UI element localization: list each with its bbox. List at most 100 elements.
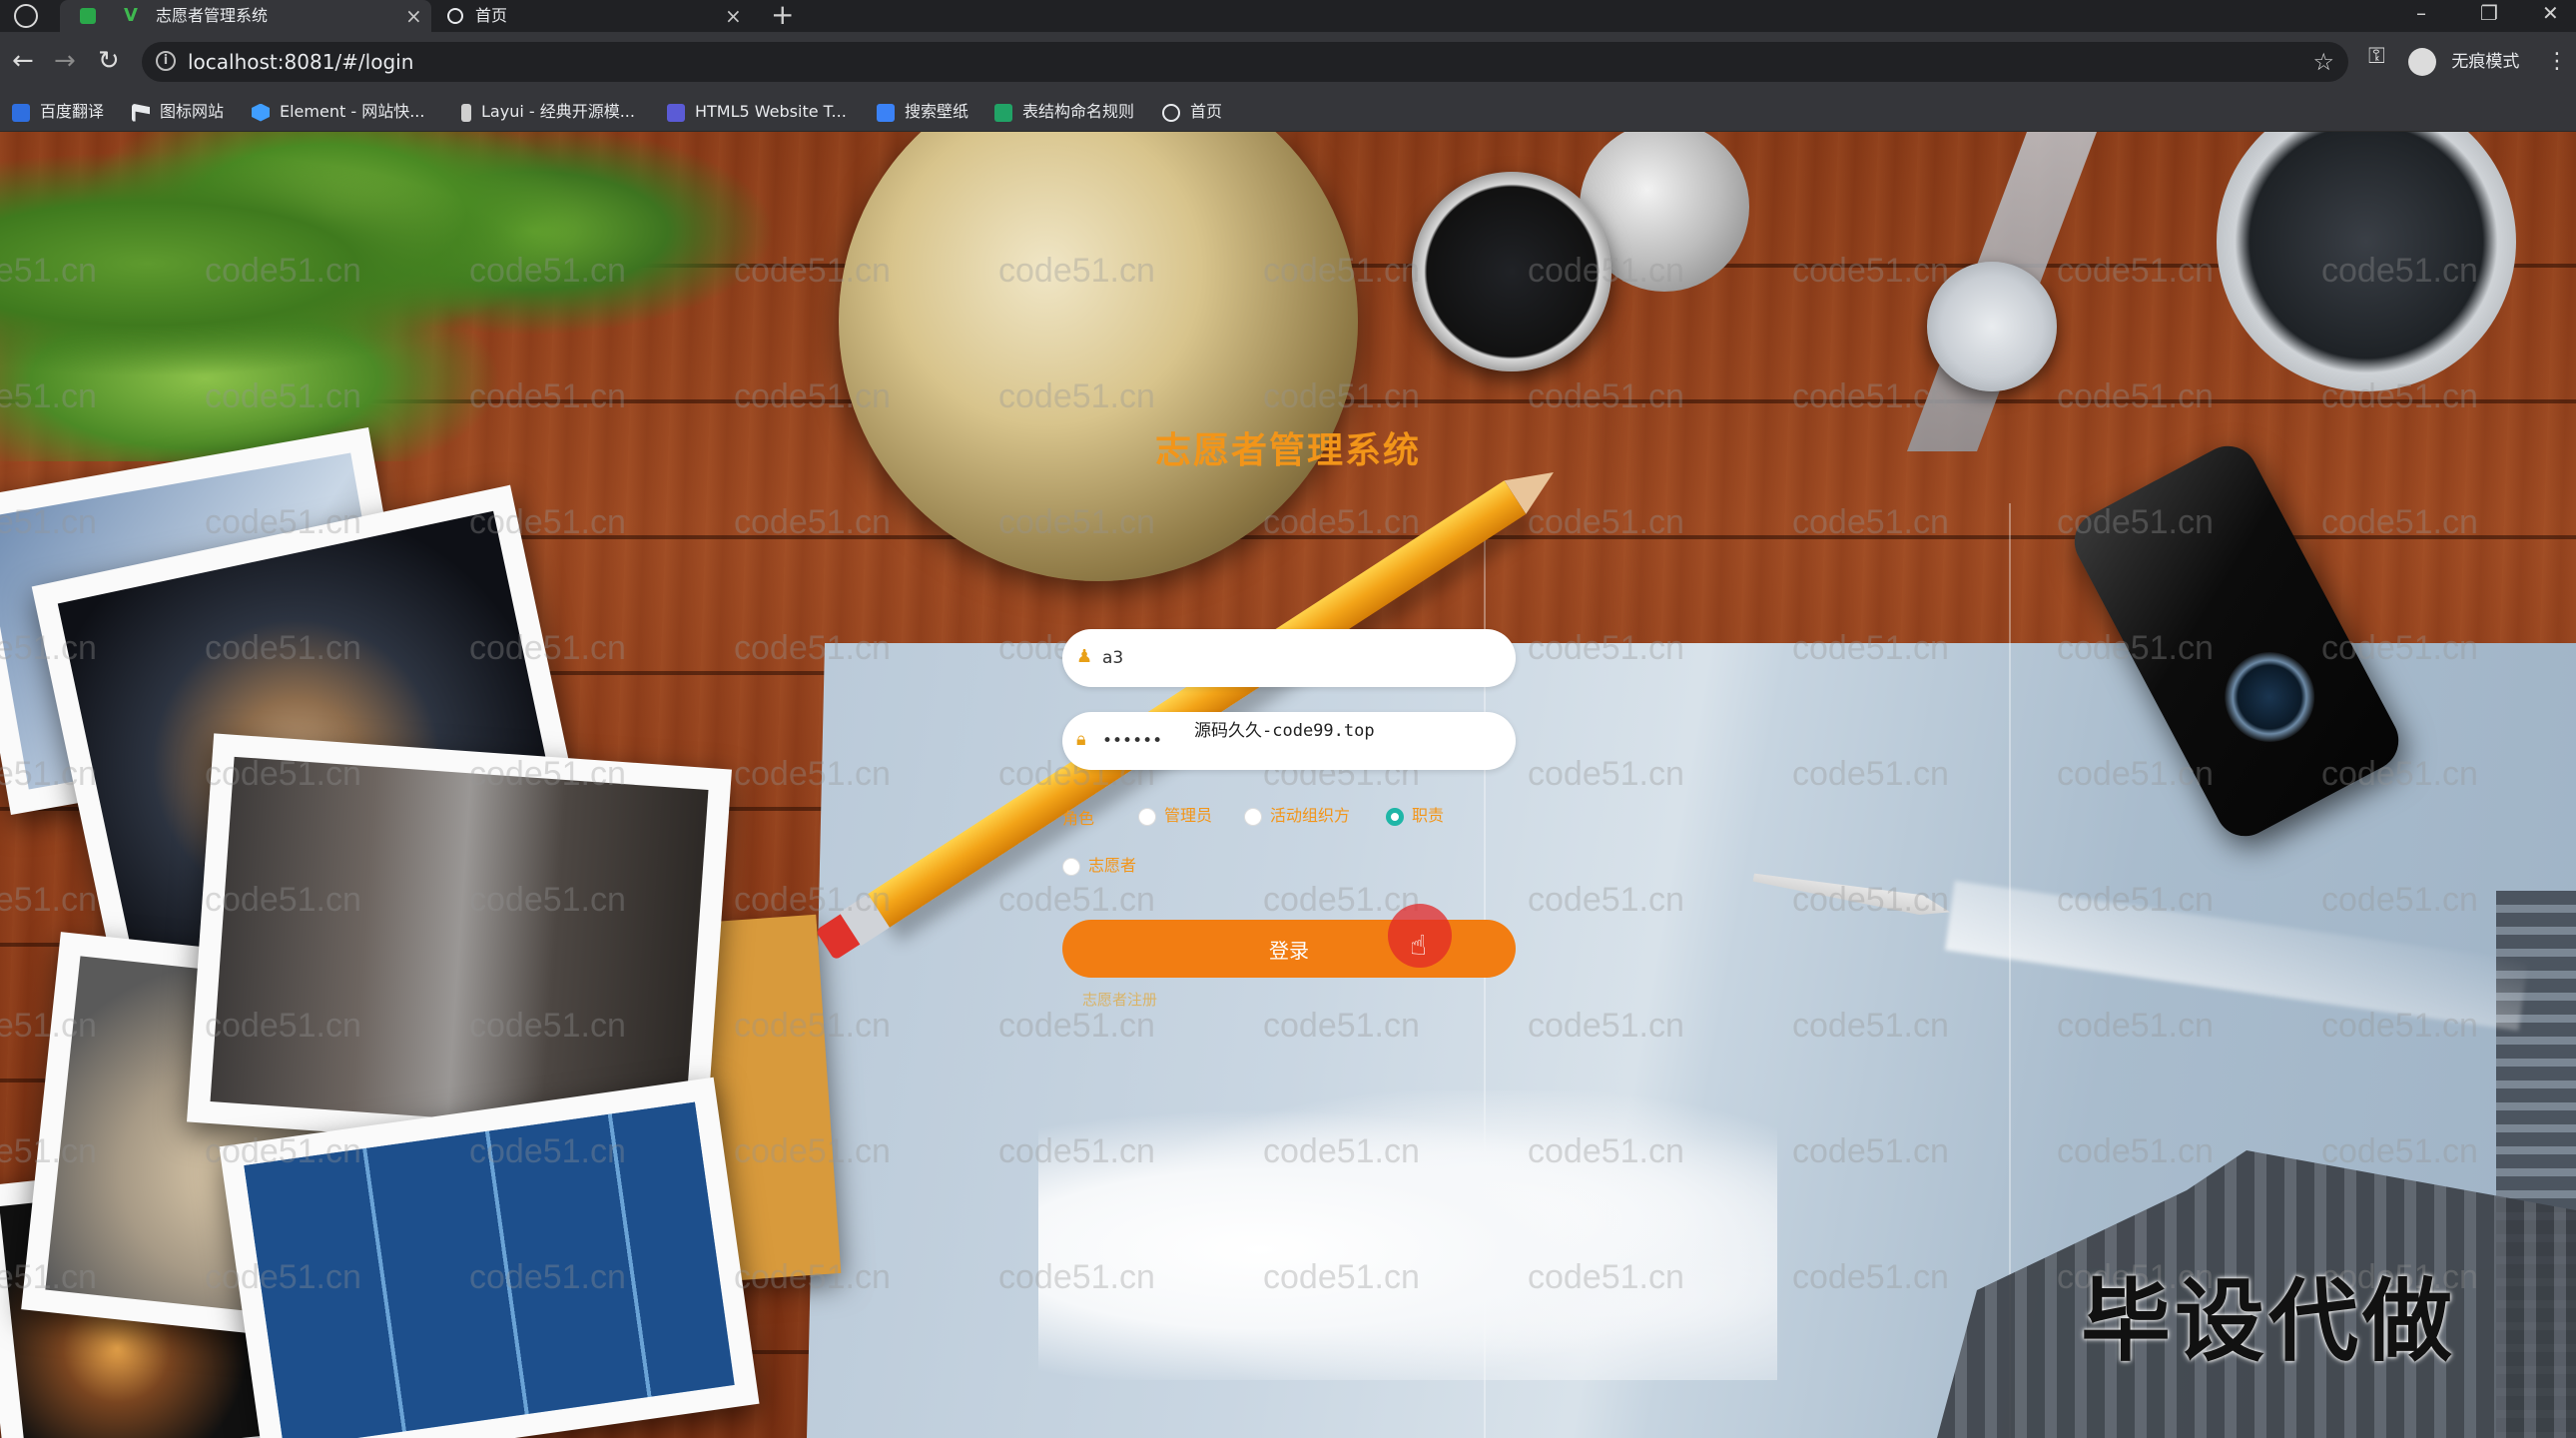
watermark-text: code51.cn <box>205 252 361 290</box>
tab-title: 首页 <box>475 6 508 25</box>
role-radio-volunteer[interactable]: 志愿者 <box>1062 855 1136 877</box>
register-link[interactable]: 志愿者注册 <box>1082 989 1157 1010</box>
watermark-text: code51.cn <box>205 503 361 541</box>
bookmark-layui[interactable]: Layui - 经典开源模... <box>461 92 635 132</box>
forward-icon[interactable]: → <box>54 46 76 76</box>
window-close-icon[interactable]: ✕ <box>2542 0 2559 26</box>
bookmark-icon-site[interactable]: 图标网站 <box>132 92 224 132</box>
watermark-text: code51.cn <box>2321 881 2478 919</box>
browser-tabstrip: V 志愿者管理系统 × 首页 × + – ❐ ✕ <box>0 0 2576 32</box>
watermark-text: code51.cn <box>2321 377 2478 415</box>
watermark-text: code51.cn <box>998 503 1155 541</box>
incognito-indicator[interactable]: 无痕模式 <box>2408 44 2519 80</box>
overlay-stamp: 毕设代做 <box>2081 1268 2456 1374</box>
tab-home[interactable]: 首页 × <box>439 0 755 32</box>
watermark-text: code51.cn <box>1263 377 1420 415</box>
password-key-icon[interactable]: ⚿ <box>2368 44 2385 69</box>
watermark-text: code51.cn <box>205 629 361 667</box>
watermark-text: code51.cn <box>1528 1258 1684 1296</box>
role-radio-organizer[interactable]: 活动组织方 <box>1244 805 1350 827</box>
watermark-text: code51.cn <box>469 881 626 919</box>
username-input[interactable] <box>1102 629 1502 687</box>
bookmark-star-icon[interactable]: ☆ <box>2312 42 2334 82</box>
role-label: 角色 <box>1062 809 1095 828</box>
watermark-text: code51.cn <box>998 1007 1155 1045</box>
watermark-text: code51.cn <box>2057 1007 2214 1045</box>
watermark-text: code51.cn <box>734 881 891 919</box>
bookmark-element[interactable]: Element - 网站快... <box>252 92 424 132</box>
login-page: code51.cn code51.cn code51.cn code51.cn code… <box>0 132 2576 1438</box>
tab-close-icon[interactable]: × <box>405 0 422 32</box>
watermark-text: code51.cn <box>2321 503 2478 541</box>
vue-logo-icon: V <box>124 5 138 26</box>
watermark-text: code51.cn <box>469 377 626 415</box>
bookmark-wallpaper[interactable]: 搜索壁纸 <box>877 92 968 132</box>
radio-label: 职责 <box>1412 806 1445 825</box>
bookmark-label: Layui - 经典开源模... <box>481 102 635 121</box>
watermark-text: code51.cn <box>205 1132 361 1170</box>
watermark-text: code51.cn <box>2057 503 2214 541</box>
watermark-text: code51.cn <box>469 252 626 290</box>
watermark-text: code51.cn <box>998 881 1155 919</box>
watermark-text: code51.cn <box>2057 629 2214 667</box>
watermark-text: code51.cn <box>1528 377 1684 415</box>
bookmark-label: HTML5 Website T... <box>695 102 847 121</box>
watermark-text: code51.cn <box>1792 755 1949 793</box>
watermark-text: code51.cn <box>1528 1007 1684 1045</box>
tab-title: 志愿者管理系统 <box>156 6 269 25</box>
bookmark-home[interactable]: 首页 <box>1162 92 1222 132</box>
new-tab-icon[interactable]: + <box>771 0 794 30</box>
baidu-translate-icon <box>12 103 30 122</box>
watermark-text: code51.cn <box>1263 1007 1420 1045</box>
role-radio-duty[interactable]: 职责 <box>1386 805 1444 827</box>
bookmark-table-naming[interactable]: 表结构命名规则 <box>994 92 1134 132</box>
watermark-text: code51.cn <box>469 755 626 793</box>
role-radio-admin[interactable]: 管理员 <box>1138 805 1212 827</box>
bookmark-label: 首页 <box>1190 102 1223 121</box>
site-info-icon[interactable]: i <box>156 51 176 71</box>
watermark-text: code51.cn <box>2057 377 2214 415</box>
restore-icon[interactable]: ❐ <box>2480 0 2498 26</box>
radio-label: 志愿者 <box>1088 856 1137 875</box>
chrome-menu-icon[interactable] <box>14 4 38 28</box>
layui-icon <box>461 103 471 122</box>
watermark-text: code51.cn <box>1792 629 1949 667</box>
watermark-text: code51.cn <box>998 252 1155 290</box>
radio-dot <box>1062 857 1080 876</box>
bookmark-baidu-translate[interactable]: 百度翻译 <box>12 92 104 132</box>
watermark-text: code51.cn <box>205 1007 361 1045</box>
watermark-text: code51.cn <box>0 252 97 290</box>
tab-volunteer-system[interactable]: V 志愿者管理系统 × <box>60 0 431 32</box>
radio-dot <box>1244 807 1262 826</box>
phone-lens <box>2209 636 2331 758</box>
watermark-text: code51.cn <box>734 755 891 793</box>
watermark-text: code51.cn <box>0 1132 97 1170</box>
login-title: 志愿者管理系统 <box>1154 430 1421 471</box>
watermark-text: code51.cn <box>1263 1258 1420 1296</box>
html5-template-icon <box>667 103 685 122</box>
watermark-text: code51.cn <box>0 503 97 541</box>
watermark-text: code51.cn <box>1792 503 1949 541</box>
watermark-text: code51.cn <box>2057 252 2214 290</box>
address-text[interactable]: localhost:8081/#/login <box>188 42 413 82</box>
bookmark-label: 图标网站 <box>160 102 225 121</box>
watermark-text: code51.cn <box>0 377 97 415</box>
tab-close-icon[interactable]: × <box>725 0 742 32</box>
tab-favicon-icon <box>80 8 96 24</box>
minimize-icon[interactable]: – <box>2416 0 2426 26</box>
radio-dot <box>1138 807 1156 826</box>
username-field[interactable]: ♟ <box>1062 629 1516 687</box>
address-bar[interactable]: i localhost:8081/#/login ☆ <box>142 42 2348 82</box>
watermark-text: code51.cn <box>1528 1132 1684 1170</box>
watermark-text: code51.cn <box>2321 1132 2478 1170</box>
watermark-text: code51.cn <box>2057 881 2214 919</box>
watermark-text: code51.cn <box>734 377 891 415</box>
back-icon[interactable]: ← <box>12 46 34 76</box>
bookmark-html5-templates[interactable]: HTML5 Website T... <box>667 92 847 132</box>
watermark-text: code51.cn <box>469 629 626 667</box>
watermark-text: code51.cn <box>2321 252 2478 290</box>
watermark-tooltip: 源码久久-code99.top <box>1194 721 1375 741</box>
browser-menu-icon[interactable]: ⋮ <box>2546 44 2568 80</box>
reload-icon[interactable]: ↻ <box>98 46 120 76</box>
watermark-text: code51.cn <box>0 1007 97 1045</box>
